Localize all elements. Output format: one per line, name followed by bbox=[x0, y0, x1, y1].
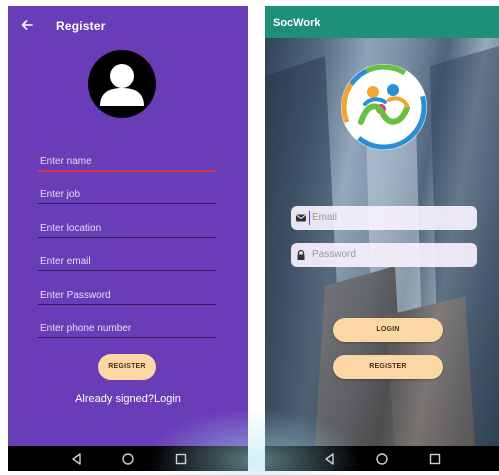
text-cursor bbox=[309, 211, 310, 225]
phone-field-placeholder: Enter phone number bbox=[40, 323, 132, 334]
location-field-placeholder: Enter location bbox=[40, 223, 102, 234]
register-app-bar: Register bbox=[8, 6, 248, 46]
email-field-placeholder: Enter email bbox=[40, 256, 91, 267]
password-field-placeholder: Enter Password bbox=[40, 290, 111, 301]
name-field[interactable]: Enter name bbox=[38, 150, 216, 172]
recents-square-icon[interactable] bbox=[174, 452, 188, 466]
avatar[interactable] bbox=[88, 50, 156, 118]
email-input[interactable]: Email bbox=[291, 206, 477, 230]
arrow-left-icon[interactable] bbox=[20, 18, 34, 32]
login-button[interactable]: LOGIN bbox=[333, 318, 443, 342]
envelope-icon bbox=[296, 214, 306, 222]
register-screen: Register Enter name Enter job Enter loca… bbox=[8, 6, 248, 471]
location-field[interactable]: Enter location bbox=[38, 217, 216, 238]
password-input-placeholder: Password bbox=[312, 249, 356, 260]
login-app-bar: SocWork bbox=[265, 6, 499, 38]
lock-icon bbox=[297, 249, 305, 260]
login-link[interactable]: Already signed?Login bbox=[8, 393, 248, 405]
screenshot-canvas: Register Enter name Enter job Enter loca… bbox=[0, 0, 499, 475]
socwork-logo-graphic bbox=[341, 64, 427, 150]
password-input[interactable]: Password bbox=[291, 243, 477, 267]
socwork-logo-icon bbox=[341, 64, 427, 150]
person-icon bbox=[100, 64, 144, 106]
register-title: Register bbox=[56, 19, 106, 33]
system-nav-bar bbox=[8, 446, 248, 471]
recents-square-icon[interactable] bbox=[428, 452, 442, 466]
app-title: SocWork bbox=[273, 17, 321, 29]
phone-field[interactable]: Enter phone number bbox=[38, 317, 216, 338]
name-field-placeholder: Enter name bbox=[40, 156, 92, 167]
back-triangle-icon[interactable] bbox=[70, 452, 84, 466]
password-field[interactable]: Enter Password bbox=[38, 284, 216, 305]
job-field-placeholder: Enter job bbox=[40, 189, 81, 200]
login-screen: SocWork Email Password LOGIN REGISTER bbox=[265, 6, 499, 471]
home-circle-icon[interactable] bbox=[121, 452, 135, 466]
register-button-secondary[interactable]: REGISTER bbox=[333, 355, 443, 379]
back-triangle-icon[interactable] bbox=[323, 452, 337, 466]
job-field[interactable]: Enter job bbox=[38, 183, 216, 204]
email-field[interactable]: Enter email bbox=[38, 250, 216, 271]
home-circle-icon[interactable] bbox=[375, 452, 389, 466]
system-nav-bar-right bbox=[265, 446, 499, 471]
email-input-placeholder: Email bbox=[312, 212, 338, 223]
register-button[interactable]: REGISTER bbox=[98, 354, 156, 380]
